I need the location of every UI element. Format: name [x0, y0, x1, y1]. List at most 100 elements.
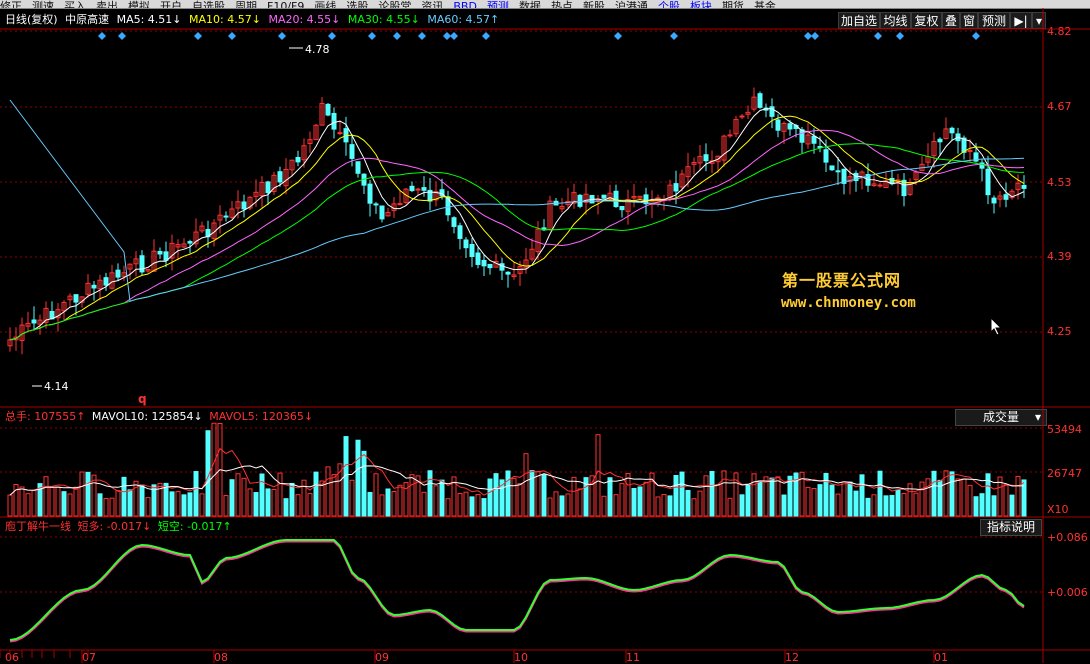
volume-bar [175, 491, 181, 517]
volume-bar [25, 493, 31, 517]
volume-bar [43, 476, 49, 517]
volume-bar [193, 471, 199, 517]
candle-body [415, 188, 421, 191]
volume-bar [247, 488, 253, 517]
candle-body [949, 127, 955, 134]
volume-bar [295, 494, 301, 517]
candle-body [823, 149, 829, 163]
volume-bar [883, 495, 889, 517]
candle-body [757, 93, 763, 108]
candle-body [481, 259, 487, 267]
signal-diamond-icon [368, 32, 376, 40]
volume-bar [973, 496, 979, 517]
ma10-line [9, 115, 1025, 341]
volume-bar [355, 439, 361, 517]
signal-diamond-icon [443, 32, 451, 40]
volume-bar [421, 491, 427, 517]
volume-bar [673, 475, 679, 517]
volume-bar [1021, 479, 1027, 517]
volume-bar [757, 480, 763, 517]
volume-bar [721, 470, 727, 517]
volume-bar [1003, 484, 1009, 517]
candle-body [799, 129, 805, 143]
candle-body [469, 244, 475, 257]
signal-diamond-icon [614, 32, 622, 40]
volume-bar [877, 470, 883, 517]
candle-body [673, 183, 679, 192]
volume-bar [379, 494, 385, 517]
volume-bar [259, 473, 265, 517]
candle-body [355, 161, 361, 174]
signal-diamond-icon [811, 32, 819, 40]
signal-diamond-icon [972, 32, 980, 40]
signal-diamond-icon [418, 32, 426, 40]
volume-bar [847, 481, 853, 517]
volume-bar [961, 478, 967, 517]
volume-bar [655, 496, 661, 517]
volume-bar [97, 493, 103, 517]
volume-bar [535, 471, 541, 517]
volume-bar [319, 480, 325, 517]
candle-body [73, 294, 79, 303]
volume-bar [805, 486, 811, 517]
candle-body [739, 115, 745, 118]
candle-body [163, 251, 169, 261]
volume-bar [763, 476, 769, 517]
volume-bar [169, 491, 175, 517]
volume-bar [145, 497, 151, 517]
volume-bar [859, 474, 865, 517]
candle-body [829, 165, 835, 171]
candle-body [367, 183, 373, 204]
volume-bar [277, 472, 283, 517]
short-short-line [9, 539, 1025, 641]
volume-bar [55, 486, 61, 517]
candle-body [379, 205, 385, 220]
ma20-line [9, 129, 1025, 341]
volume-bar [775, 476, 781, 517]
volume-bar [541, 474, 547, 517]
volume-bar [811, 487, 817, 517]
signal-diamond-icon [393, 32, 401, 40]
volume-bar [709, 470, 715, 517]
volume-bar [391, 491, 397, 517]
volume-bar [493, 473, 499, 517]
volume-bar [643, 481, 649, 517]
volume-bar [661, 493, 667, 517]
volume-bar [559, 495, 565, 517]
volume-bar [865, 497, 871, 517]
volume-bar [565, 493, 571, 517]
candle-body [601, 194, 607, 199]
signal-diamond-icon [98, 32, 106, 40]
volume-bar [373, 473, 379, 517]
volume-bar [271, 488, 277, 517]
volume-bar [625, 473, 631, 517]
volume-bar [715, 484, 721, 517]
volume-bar [187, 492, 193, 517]
volume-bar [979, 493, 985, 517]
volume-bar [955, 478, 961, 517]
volume-bar [841, 481, 847, 517]
ma5-line [9, 108, 1025, 341]
volume-bar [385, 488, 391, 517]
candle-body [373, 203, 379, 206]
candle-body [727, 134, 733, 137]
volume-bar [751, 473, 757, 517]
volume-bar [1009, 494, 1015, 517]
volume-bar [991, 495, 997, 517]
volume-bar [697, 490, 703, 517]
volume-bar [895, 489, 901, 517]
volume-bar [553, 491, 559, 517]
volume-bar [139, 484, 145, 517]
candle-body [811, 135, 817, 144]
volume-bar [31, 490, 37, 517]
volume-bar [67, 493, 73, 517]
stock-chart-canvas[interactable] [0, 0, 1090, 663]
signal-diamond-icon [118, 32, 126, 40]
signal-diamond-icon [278, 32, 286, 40]
volume-bar [571, 476, 577, 517]
volume-bar [127, 489, 133, 517]
signal-diamond-icon [228, 32, 236, 40]
candle-body [835, 170, 841, 173]
volume-bar [103, 497, 109, 517]
volume-bar [781, 494, 787, 517]
